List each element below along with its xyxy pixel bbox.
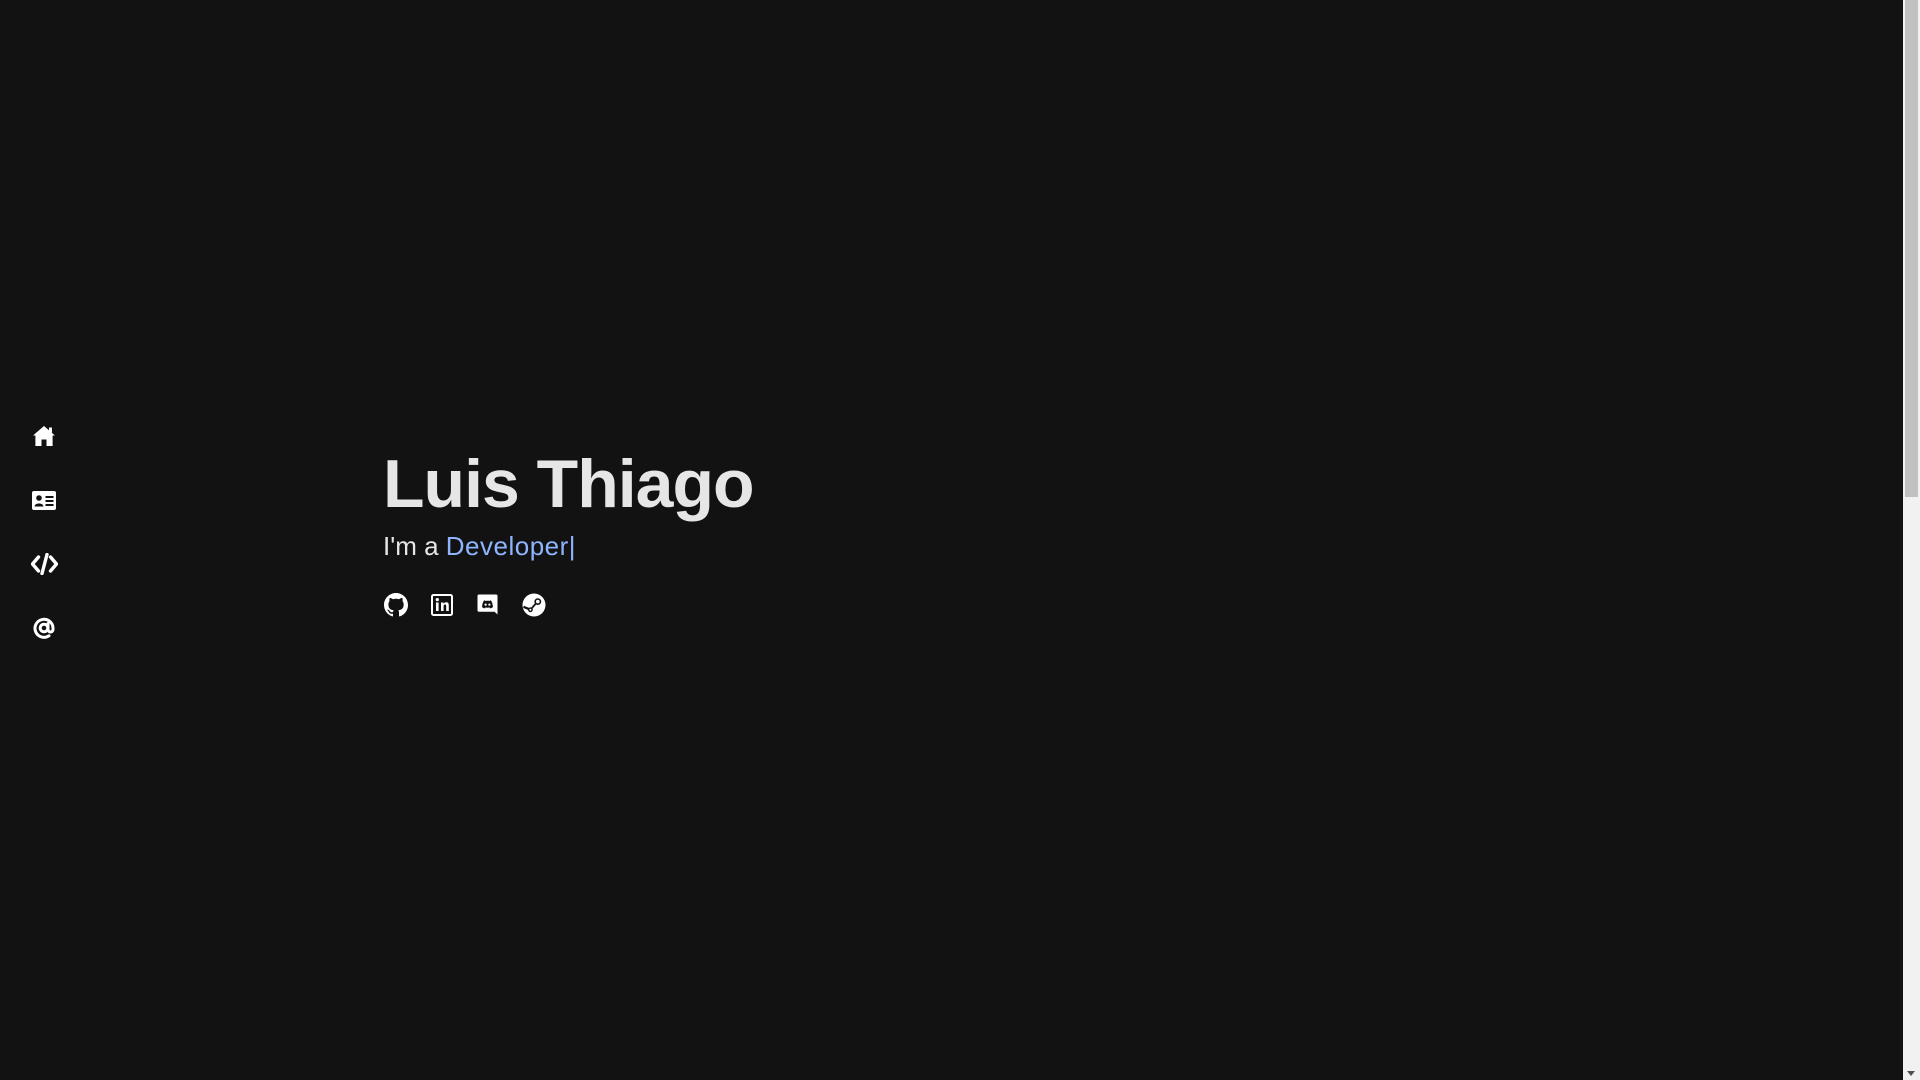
social-linkedin[interactable]	[429, 592, 454, 617]
steam-icon	[522, 593, 545, 616]
hero-role: Developer	[445, 531, 569, 561]
github-icon	[383, 592, 408, 616]
social-links	[383, 592, 754, 617]
at-icon	[33, 617, 55, 639]
page: Luis Thiago I'm a Developer|	[0, 0, 1920, 1080]
code-icon	[30, 553, 58, 575]
nav-contact[interactable]	[30, 614, 58, 642]
typing-cursor: |	[568, 531, 576, 561]
scroll-down-arrow-icon[interactable]	[1907, 1071, 1915, 1076]
nav-home[interactable]	[30, 422, 58, 450]
hero-name: Luis Thiago	[383, 446, 755, 522]
nav-about[interactable]	[30, 486, 58, 514]
scrollbar-thumb[interactable]	[1905, 0, 1918, 497]
nav-projects[interactable]	[30, 550, 58, 578]
social-discord[interactable]	[475, 592, 500, 617]
hero-subtitle: I'm a Developer|	[383, 530, 754, 562]
linkedin-icon	[430, 593, 453, 616]
home-icon	[33, 426, 55, 446]
hero-section: Luis Thiago I'm a Developer|	[383, 446, 755, 617]
social-github[interactable]	[383, 592, 408, 617]
social-steam[interactable]	[521, 592, 546, 617]
discord-icon	[477, 594, 498, 615]
vertical-scrollbar[interactable]	[1903, 0, 1920, 1080]
hero-prefix: I'm a	[383, 531, 439, 561]
address-card-icon	[32, 490, 56, 510]
